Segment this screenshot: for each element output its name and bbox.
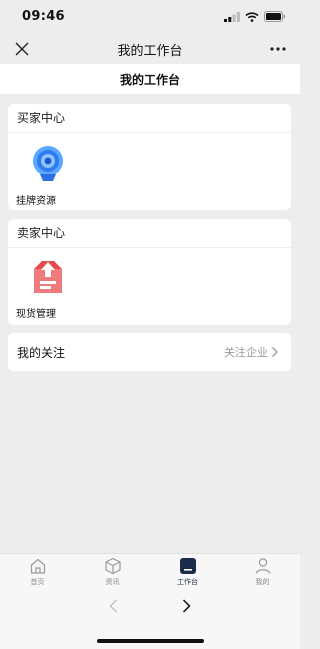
inventory-box-icon xyxy=(34,261,62,293)
status-time: 09:46 xyxy=(22,9,65,24)
battery-icon xyxy=(264,11,286,22)
seller-center-card: 卖家中心 现货管理 xyxy=(8,219,291,325)
back-arrow-icon[interactable] xyxy=(106,598,122,614)
tab-news[interactable]: 资讯 xyxy=(75,554,150,590)
listing-resources-label: 挂牌资源 xyxy=(16,196,56,207)
seller-center-title: 卖家中心 xyxy=(8,219,291,248)
wifi-icon xyxy=(245,11,259,22)
screen: 09:46 我的工作台 我的工作台 买家中心 挂牌资源 卖家中心 现货管理 我的… xyxy=(0,0,300,649)
my-follows-label: 我的关注 xyxy=(17,346,66,360)
cube-icon xyxy=(104,557,121,575)
spot-management-label: 现货管理 xyxy=(16,309,56,320)
tab-news-label: 资讯 xyxy=(105,578,120,586)
title-bar: 我的工作台 xyxy=(0,34,300,64)
user-icon xyxy=(255,558,270,574)
status-icons xyxy=(224,11,286,22)
tab-me[interactable]: 我的 xyxy=(225,554,300,590)
follow-companies-label: 关注企业 xyxy=(224,346,268,359)
tab-bar: 首页 资讯 工作台 我的 xyxy=(0,553,300,590)
window-title: 我的工作台 xyxy=(117,44,183,59)
buyer-center-card: 买家中心 挂牌资源 xyxy=(8,104,291,210)
my-follows-row[interactable]: 我的关注 关注企业 xyxy=(8,333,291,371)
follow-companies-link[interactable]: 关注企业 xyxy=(224,344,279,360)
home-indicator xyxy=(97,639,204,643)
page-header: 我的工作台 xyxy=(0,64,300,94)
radar-icon xyxy=(33,146,63,181)
tab-home[interactable]: 首页 xyxy=(0,554,75,590)
page-title: 我的工作台 xyxy=(119,73,180,87)
tab-workbench[interactable]: 工作台 xyxy=(150,554,225,590)
spot-management-item[interactable]: 现货管理 xyxy=(16,257,78,320)
workbench-icon xyxy=(179,558,196,574)
tab-me-label: 我的 xyxy=(255,578,270,586)
chevron-right-icon xyxy=(272,347,278,357)
tab-workbench-label: 工作台 xyxy=(177,578,198,586)
forward-arrow-icon[interactable] xyxy=(178,598,194,614)
tab-home-label: 首页 xyxy=(30,578,45,586)
browser-nav-bar xyxy=(0,590,300,649)
home-icon xyxy=(30,558,45,574)
listing-resources-item[interactable]: 挂牌资源 xyxy=(16,144,78,207)
more-icon[interactable] xyxy=(268,42,288,56)
buyer-center-title: 买家中心 xyxy=(8,104,291,133)
signal-icon xyxy=(224,11,240,22)
status-bar: 09:46 xyxy=(0,0,300,34)
